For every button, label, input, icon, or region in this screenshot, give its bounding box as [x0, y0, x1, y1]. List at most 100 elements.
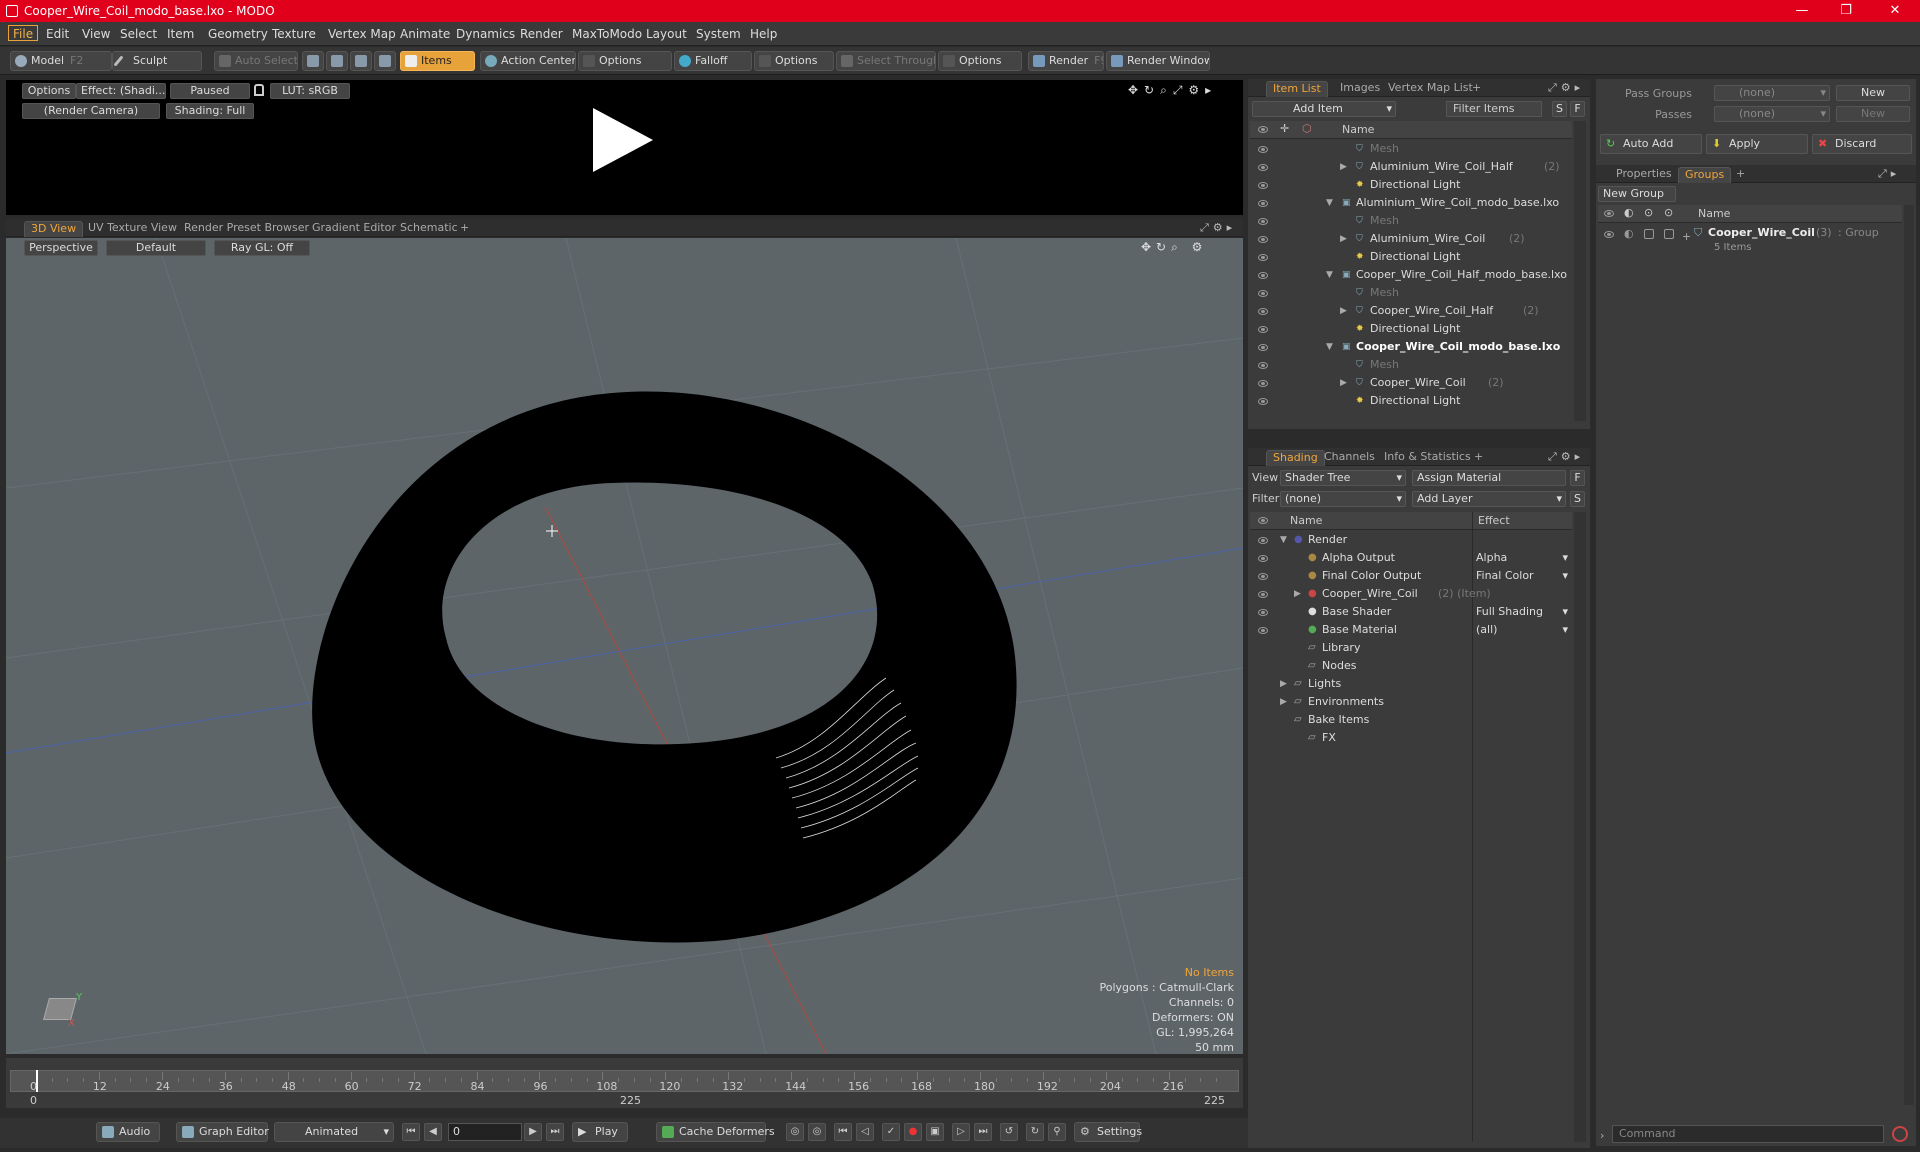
item-list-row[interactable]: ▶ ⛉ Aluminium_Wire_Coil (2)	[1250, 230, 1572, 248]
tab-channels[interactable]: Channels	[1318, 450, 1381, 466]
loop-button[interactable]: ↺	[1000, 1123, 1018, 1141]
graph-editor-button[interactable]: Graph Editor	[176, 1122, 269, 1142]
tab-gradient-editor[interactable]: Gradient Editor	[306, 221, 402, 237]
materials-mode-button[interactable]	[374, 51, 396, 71]
command-input[interactable]: Command	[1612, 1125, 1884, 1143]
menu-help[interactable]: Help	[746, 26, 781, 42]
auto-add-button[interactable]: ↻ Auto Add	[1600, 134, 1702, 154]
visibility-icon[interactable]	[1258, 344, 1268, 351]
tab-groups[interactable]: Groups	[1678, 167, 1732, 183]
shader-tree-row[interactable]: ▶ ● Cooper_Wire_Coil (2) (Item)	[1250, 585, 1572, 603]
last-frame-button[interactable]: ⏭	[546, 1123, 564, 1141]
item-list-row[interactable]: ✸ Directional Light	[1250, 176, 1572, 194]
last-key-button[interactable]: ⏭	[974, 1123, 992, 1141]
add-tab-button[interactable]: +	[1468, 450, 1489, 466]
name-column-header[interactable]: Name	[1698, 207, 1730, 220]
expand-toggle-icon[interactable]: ▶	[1340, 302, 1347, 320]
select-through-options-button[interactable]: Options	[938, 51, 1022, 71]
visibility-icon[interactable]	[1258, 164, 1268, 171]
raygl-dropdown[interactable]: Ray GL: Off	[214, 240, 310, 256]
effect-column-header[interactable]: Effect	[1478, 514, 1510, 527]
render-toggle-icon[interactable]: ◐	[1624, 227, 1634, 240]
key-tool-2[interactable]: ◎	[808, 1123, 826, 1141]
expand-toggle-icon[interactable]: ▶	[1340, 230, 1347, 248]
shader-tree-row[interactable]: ▱ Library	[1250, 639, 1572, 657]
shader-tree-row[interactable]: ▼ ● Render	[1250, 531, 1572, 549]
prev-key-button-2[interactable]: ◁	[856, 1123, 874, 1141]
shader-tree-row[interactable]: ▱ Nodes	[1250, 657, 1572, 675]
effect-dropdown[interactable]: Final Color ▾	[1476, 567, 1570, 585]
visibility-icon[interactable]	[1258, 362, 1268, 369]
auto-select-button[interactable]: Auto Select	[214, 51, 298, 71]
tab-info-statistics[interactable]: Info & Statistics	[1378, 450, 1477, 466]
effect-dropdown[interactable]: Alpha ▾	[1476, 549, 1570, 567]
preview-options-button[interactable]: Options	[22, 83, 76, 99]
visibility-icon[interactable]	[1258, 573, 1268, 580]
minimize-button[interactable]: —	[1782, 1, 1822, 21]
viewport-nav-icons[interactable]: ✥↻⌕ ⚙	[1141, 240, 1207, 255]
select-checkbox[interactable]	[1664, 229, 1674, 239]
visibility-icon[interactable]	[1258, 380, 1268, 387]
item-list-row[interactable]: ✸ Directional Light	[1250, 320, 1572, 338]
menu-layout[interactable]: Layout	[642, 26, 691, 42]
expand-toggle-icon[interactable]: ▶	[1340, 158, 1347, 176]
menu-vertex-map[interactable]: Vertex Map	[324, 26, 400, 42]
menu-maxtomodo[interactable]: MaxToModo	[568, 26, 646, 42]
vertices-mode-button[interactable]	[302, 51, 324, 71]
falloff-options-button[interactable]: Options	[754, 51, 834, 71]
expand-toggle-icon[interactable]: ▶	[1340, 374, 1347, 392]
menu-render[interactable]: Render	[516, 26, 567, 42]
expand-toggle-icon[interactable]: ▼	[1326, 194, 1333, 212]
render-button[interactable]: RenderF9	[1028, 51, 1104, 71]
shading-s-button[interactable]: S	[1570, 491, 1585, 507]
default-style-dropdown[interactable]: Default	[106, 240, 206, 256]
render-camera-dropdown[interactable]: (Render Camera)	[22, 103, 160, 119]
visibility-icon[interactable]	[1258, 236, 1268, 243]
discard-button[interactable]: ✖ Discard	[1812, 134, 1912, 154]
apply-button[interactable]: ⬇ Apply	[1706, 134, 1808, 154]
tab-item-list[interactable]: Item List	[1266, 81, 1328, 97]
expand-toggle-icon[interactable]: ▼	[1326, 338, 1333, 356]
tab-images[interactable]: Images	[1334, 81, 1386, 97]
item-list-row[interactable]: ⛉ Mesh	[1250, 140, 1572, 158]
menu-animate[interactable]: Animate	[396, 26, 454, 42]
group-row[interactable]: ◐ + ⛉ Cooper_Wire_Coil (3) : Group 5 Ite…	[1598, 224, 1902, 258]
action-center-button[interactable]: Action Center	[480, 51, 576, 71]
item-list-row[interactable]: ▼ ▣ Cooper_Wire_Coil_Half_modo_base.lxo	[1250, 266, 1572, 284]
close-button[interactable]: ✕	[1875, 1, 1915, 21]
expand-toggle-icon[interactable]: ▶	[1280, 693, 1287, 711]
visibility-icon[interactable]	[1258, 537, 1268, 544]
groups-scrollbar[interactable]	[1904, 205, 1914, 1105]
frame-input[interactable]: 0	[448, 1123, 522, 1141]
select-through-button[interactable]: Select Through	[836, 51, 936, 71]
expand-toggle-icon[interactable]: ▶	[1280, 675, 1287, 693]
item-list-row[interactable]: ⛉ Mesh	[1250, 212, 1572, 230]
visibility-icon[interactable]	[1258, 627, 1268, 634]
menu-dynamics[interactable]: Dynamics	[452, 26, 519, 42]
play-icon[interactable]	[593, 108, 653, 172]
shader-tree-row[interactable]: ▱ FX	[1250, 729, 1572, 747]
item-list-row[interactable]: ▼ ▣ Aluminium_Wire_Coil_modo_base.lxo	[1250, 194, 1572, 212]
menu-geometry[interactable]: Geometry	[204, 26, 272, 42]
prev-frame-button[interactable]: ◀	[424, 1123, 442, 1141]
new-pass-button[interactable]: New	[1836, 106, 1910, 122]
expand-icon[interactable]: +	[1682, 230, 1691, 243]
filter-f-button[interactable]: F	[1570, 101, 1585, 117]
shader-tree-row[interactable]: ▶ ▱ Environments	[1250, 693, 1572, 711]
add-layer-dropdown[interactable]: Add Layer ▾	[1412, 491, 1566, 507]
key-filter-button[interactable]: ⚲	[1048, 1123, 1066, 1141]
menu-view[interactable]: View	[78, 26, 114, 42]
menu-system[interactable]: System	[692, 26, 745, 42]
item-list-scrollbar[interactable]	[1574, 121, 1586, 421]
new-pass-group-button[interactable]: New	[1836, 85, 1910, 101]
command-history-icon[interactable]	[1892, 1126, 1908, 1142]
polygons-mode-button[interactable]	[350, 51, 372, 71]
filter-s-button[interactable]: S	[1552, 101, 1567, 117]
shading-f-button[interactable]: F	[1570, 470, 1585, 486]
assign-material-button[interactable]: Assign Material	[1412, 470, 1566, 486]
lock-checkbox[interactable]	[1644, 229, 1654, 239]
shader-tree-row[interactable]: ● Final Color Output Final Color ▾	[1250, 567, 1572, 585]
first-frame-button[interactable]: ⏮	[402, 1123, 420, 1141]
view-dropdown[interactable]: Shader Tree ▾	[1280, 470, 1406, 486]
visibility-icon[interactable]	[1258, 218, 1268, 225]
